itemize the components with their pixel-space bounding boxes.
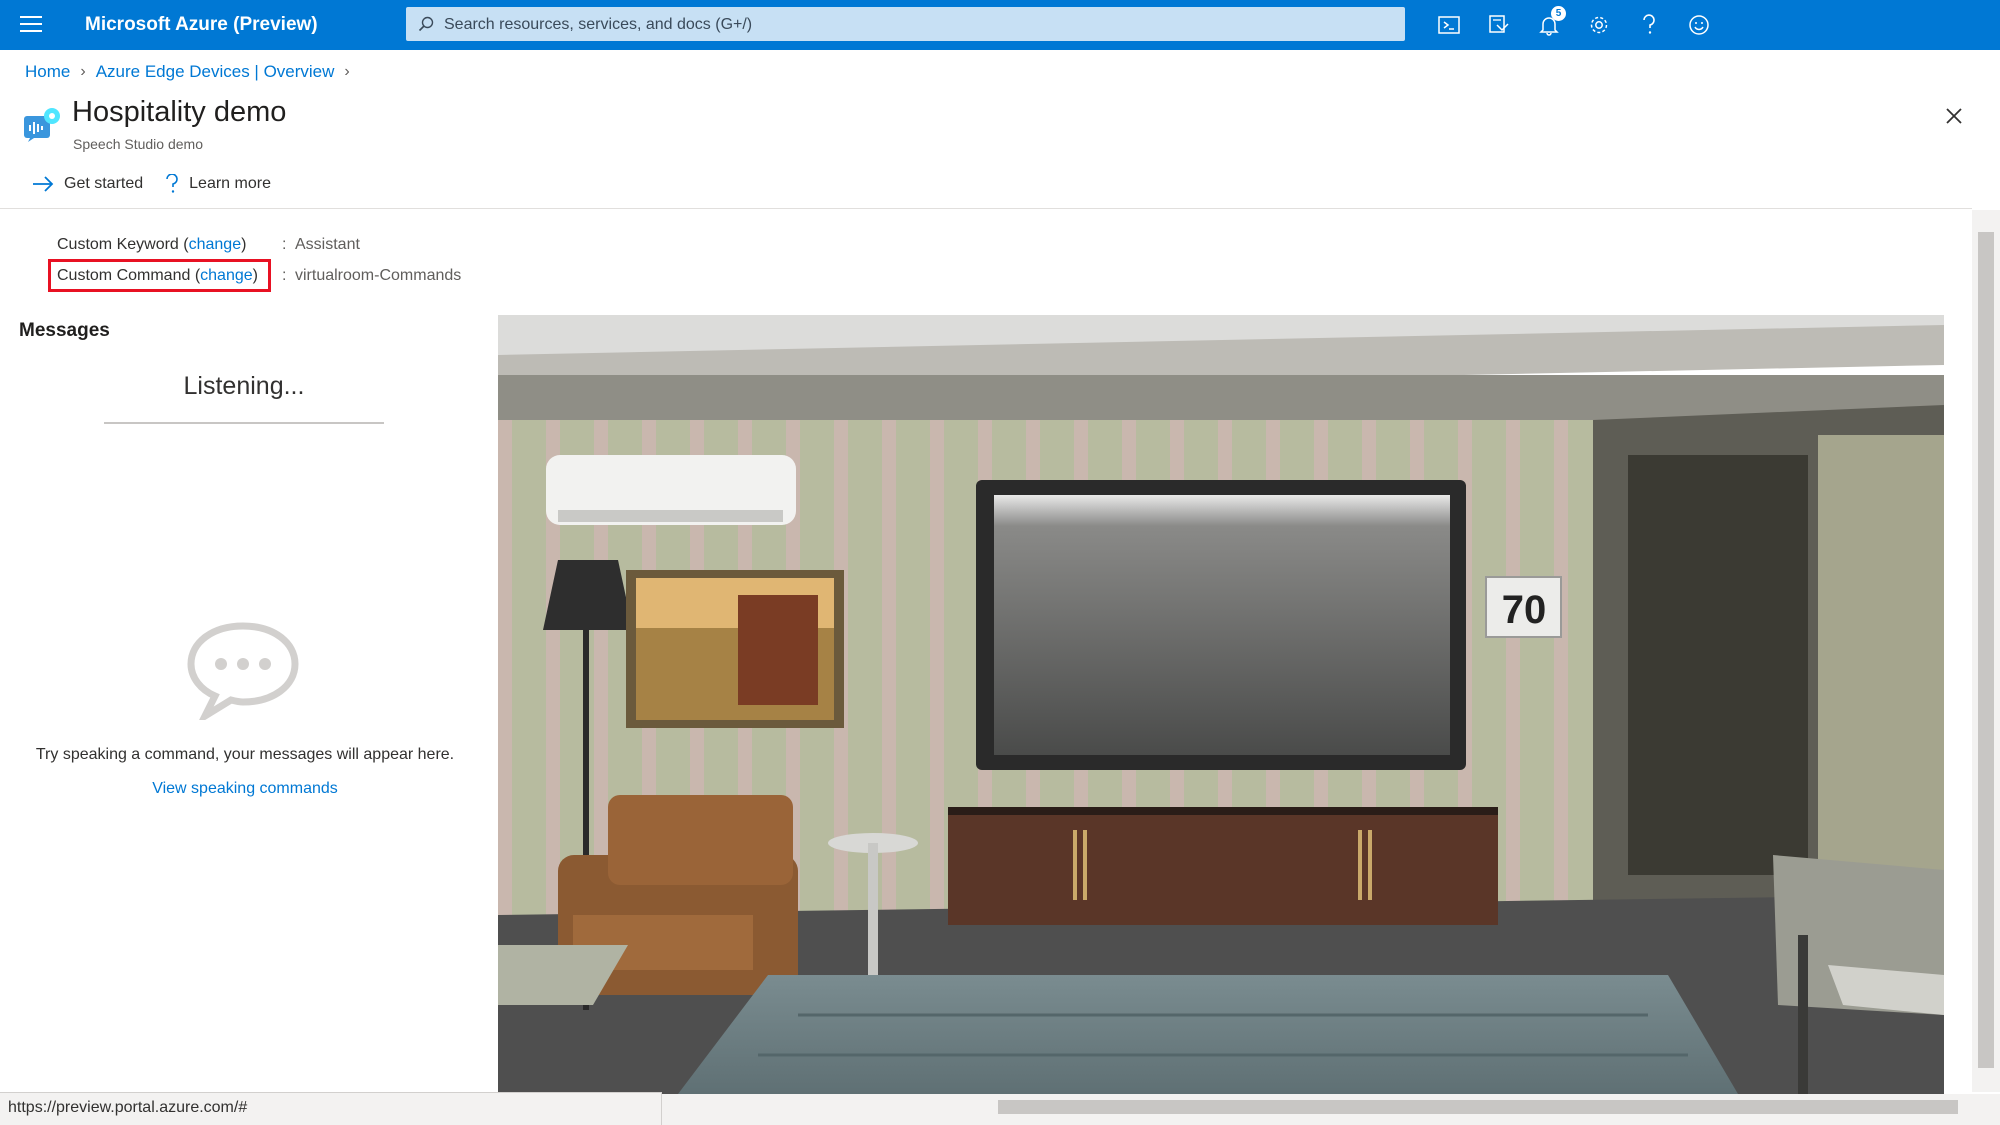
- custom-command-setting: Custom Command (change): [57, 267, 258, 285]
- keyword-separator: :: [282, 236, 287, 253]
- page-subtitle: Speech Studio demo: [73, 136, 203, 152]
- menu-icon[interactable]: [20, 16, 42, 34]
- custom-keyword-label: Custom Keyword (: [57, 236, 189, 253]
- custom-command-value: virtualroom-Commands: [295, 267, 462, 284]
- thermostat-display: 70: [1502, 588, 1547, 632]
- command-bar: Get started Learn more: [32, 174, 293, 194]
- cloud-shell-icon[interactable]: [1434, 10, 1464, 40]
- chevron-right-icon: ›: [80, 63, 86, 80]
- custom-keyword-value: Assistant: [295, 236, 360, 253]
- view-speaking-commands-link[interactable]: View speaking commands: [0, 780, 490, 798]
- custom-keyword-close-paren: ): [241, 236, 247, 253]
- close-icon[interactable]: [1940, 102, 1968, 130]
- vertical-scrollbar[interactable]: [1972, 210, 2000, 1092]
- help-icon: [166, 174, 178, 193]
- top-nav-bar: Microsoft Azure (Preview) 5: [0, 0, 2000, 50]
- header-divider: [0, 208, 1972, 209]
- get-started-label: Get started: [64, 175, 144, 192]
- directory-filter-icon[interactable]: [1484, 10, 1514, 40]
- listening-status: Listening...: [183, 372, 305, 400]
- page-title: Hospitality demo: [72, 96, 287, 128]
- messages-heading: Messages: [19, 320, 110, 341]
- portal-brand[interactable]: Microsoft Azure (Preview): [85, 14, 318, 36]
- feedback-icon[interactable]: [1684, 10, 1714, 40]
- listening-underline: [104, 422, 384, 424]
- change-keyword-link[interactable]: change: [189, 236, 242, 253]
- help-icon[interactable]: [1634, 10, 1664, 40]
- custom-command-close-paren: ): [252, 267, 258, 284]
- command-separator: :: [282, 267, 287, 284]
- global-search[interactable]: [406, 7, 1405, 43]
- custom-keyword-setting: Custom Keyword (change): [57, 236, 246, 254]
- search-input[interactable]: [442, 7, 1396, 43]
- get-started-button[interactable]: Get started: [32, 175, 143, 193]
- custom-command-label: Custom Command (: [57, 267, 201, 284]
- status-bar-url: https://preview.portal.azure.com/#: [0, 1092, 662, 1125]
- settings-icon[interactable]: [1584, 10, 1614, 40]
- chat-bubble-icon: [183, 620, 303, 726]
- learn-more-label: Learn more: [189, 175, 271, 192]
- breadcrumb: Home › Azure Edge Devices | Overview ›: [25, 62, 360, 82]
- search-icon: [418, 16, 434, 32]
- breadcrumb-home[interactable]: Home: [25, 62, 70, 82]
- breadcrumb-edge-devices[interactable]: Azure Edge Devices | Overview: [96, 62, 335, 82]
- horizontal-scroll-thumb[interactable]: [998, 1100, 1958, 1114]
- chevron-right-icon: ›: [344, 63, 350, 80]
- notifications-icon[interactable]: 5: [1534, 6, 1566, 40]
- learn-more-button[interactable]: Learn more: [165, 174, 271, 194]
- arrow-right-icon: [33, 176, 54, 192]
- notification-badge: 5: [1551, 6, 1566, 21]
- vertical-scroll-thumb[interactable]: [1978, 232, 1994, 1068]
- change-command-link[interactable]: change: [200, 267, 253, 284]
- speech-resource-icon: [24, 108, 60, 147]
- messages-hint: Try speaking a command, your messages wi…: [35, 746, 455, 763]
- room-scene: 70: [498, 315, 1944, 1094]
